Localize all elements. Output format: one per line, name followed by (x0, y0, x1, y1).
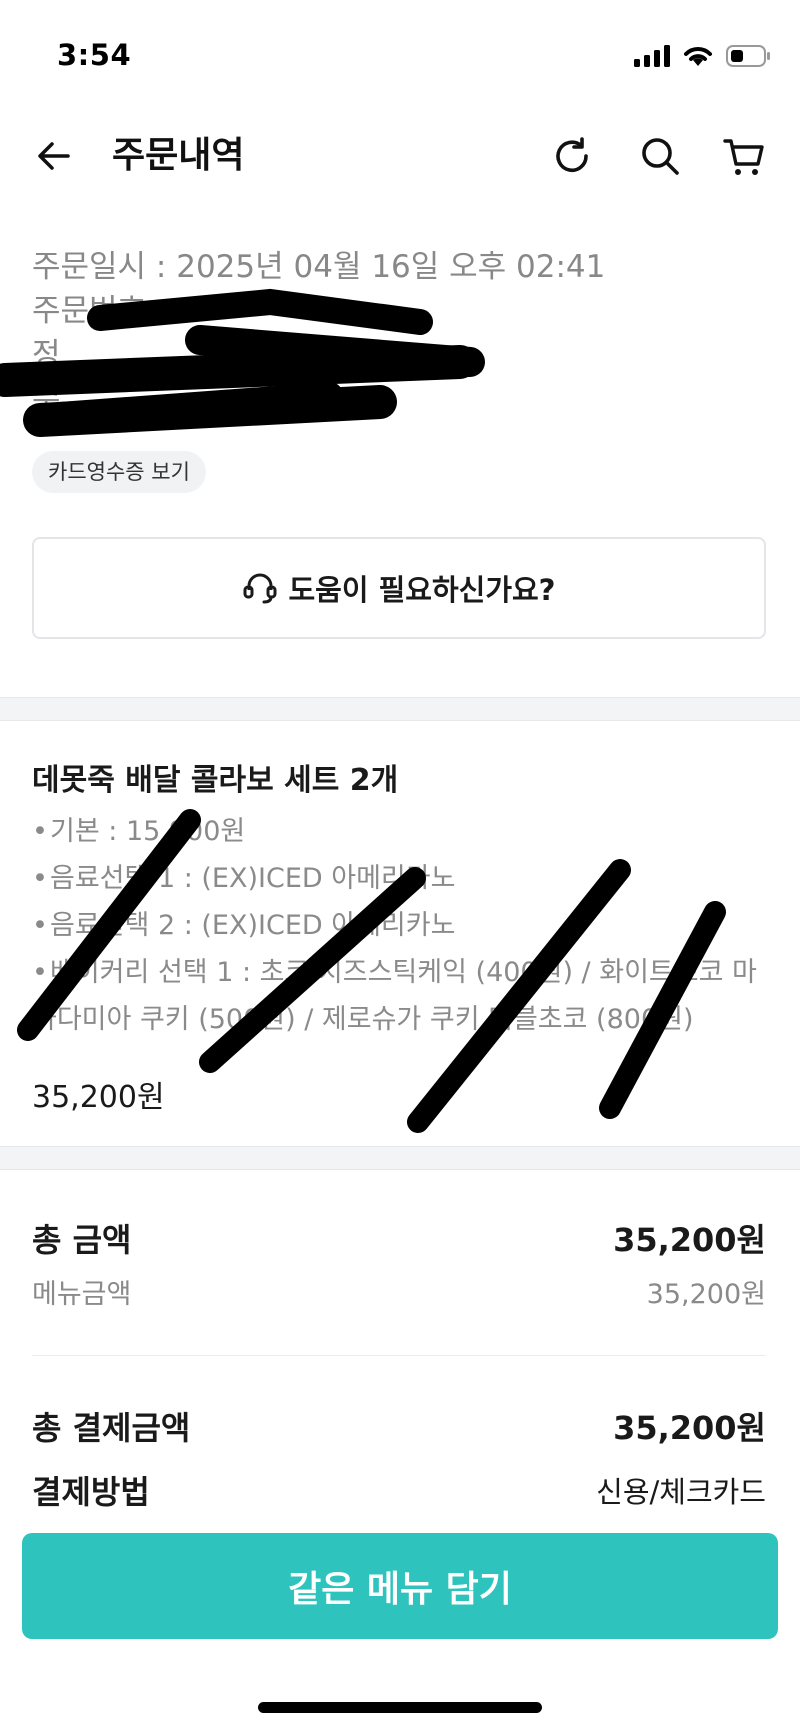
order-info: 주문일시 : 2025년 04월 16일 오후 02:41 주문번호 정 수 (32, 245, 772, 421)
home-indicator (258, 1702, 542, 1713)
order-info-line-4: 수 (32, 381, 61, 417)
help-button[interactable]: 도움이 필요하신가요? (32, 537, 766, 639)
payment-method-value: 신용/체크카드 (596, 1475, 766, 1509)
refresh-button[interactable] (548, 132, 596, 180)
cart-icon (723, 139, 764, 175)
option-list: •기본 : 15,900원 •음료선택 1 : (EX)ICED 아메리카노 •… (32, 808, 777, 1043)
cellular-signal-icon (634, 45, 670, 67)
total-amount-row: 총 금액 35,200원 (32, 1215, 766, 1261)
payment-total-label: 총 결제금액 (32, 1409, 191, 1447)
cart-button[interactable] (720, 132, 768, 180)
order-datetime: 주문일시 : 2025년 04월 16일 오후 02:41 (32, 249, 606, 285)
help-label: 도움이 필요하신가요? (288, 573, 556, 607)
app-header: 주문내역 (0, 110, 800, 200)
payment-total-row: 총 결제금액 35,200원 (32, 1403, 766, 1449)
back-button[interactable] (30, 132, 78, 180)
payment-method-label: 결제방법 (32, 1473, 150, 1511)
status-bar: 3:54 (0, 0, 800, 110)
headset-icon (243, 573, 277, 604)
section-divider (0, 697, 800, 721)
menu-amount-row: 메뉴금액 35,200원 (32, 1272, 766, 1311)
menu-amount-value: 35,200원 (646, 1279, 766, 1310)
option-item: •베이커리 선택 1 : 초코 치즈스틱케익 (400원) / 화이트초코 마카… (32, 957, 757, 1035)
wifi-icon (684, 47, 712, 66)
search-button[interactable] (636, 132, 684, 180)
order-number: 주문번호 (32, 293, 147, 329)
battery-icon (726, 45, 770, 67)
option-item: •음료선택 2 : (EX)ICED 아메리카노 (32, 910, 456, 941)
option-item: •기본 : 15,900원 (32, 816, 246, 847)
status-time: 3:54 (57, 38, 132, 72)
page-title: 주문내역 (112, 135, 245, 176)
payment-total-value: 35,200원 (613, 1409, 766, 1447)
product-price: 35,200원 (32, 1080, 165, 1115)
refresh-icon (556, 137, 588, 172)
section-divider (0, 1146, 800, 1170)
summary-divider (32, 1355, 766, 1356)
product-title: 데못죽 배달 콜라보 세트 2개 (32, 763, 399, 798)
card-receipt-button[interactable]: 카드영수증 보기 (32, 451, 206, 493)
back-arrow-icon (38, 142, 70, 170)
total-amount-label: 총 금액 (32, 1221, 132, 1259)
search-icon (642, 138, 679, 175)
status-icons (634, 44, 772, 68)
order-info-line-3: 정 (32, 337, 61, 373)
payment-method-row: 결제방법 신용/체크카드 (32, 1467, 766, 1513)
option-item: •음료선택 1 : (EX)ICED 아메리카노 (32, 863, 456, 894)
menu-amount-label: 메뉴금액 (32, 1279, 132, 1310)
total-amount-value: 35,200원 (613, 1221, 766, 1259)
add-same-menu-button[interactable]: 같은 메뉴 담기 (22, 1533, 778, 1639)
